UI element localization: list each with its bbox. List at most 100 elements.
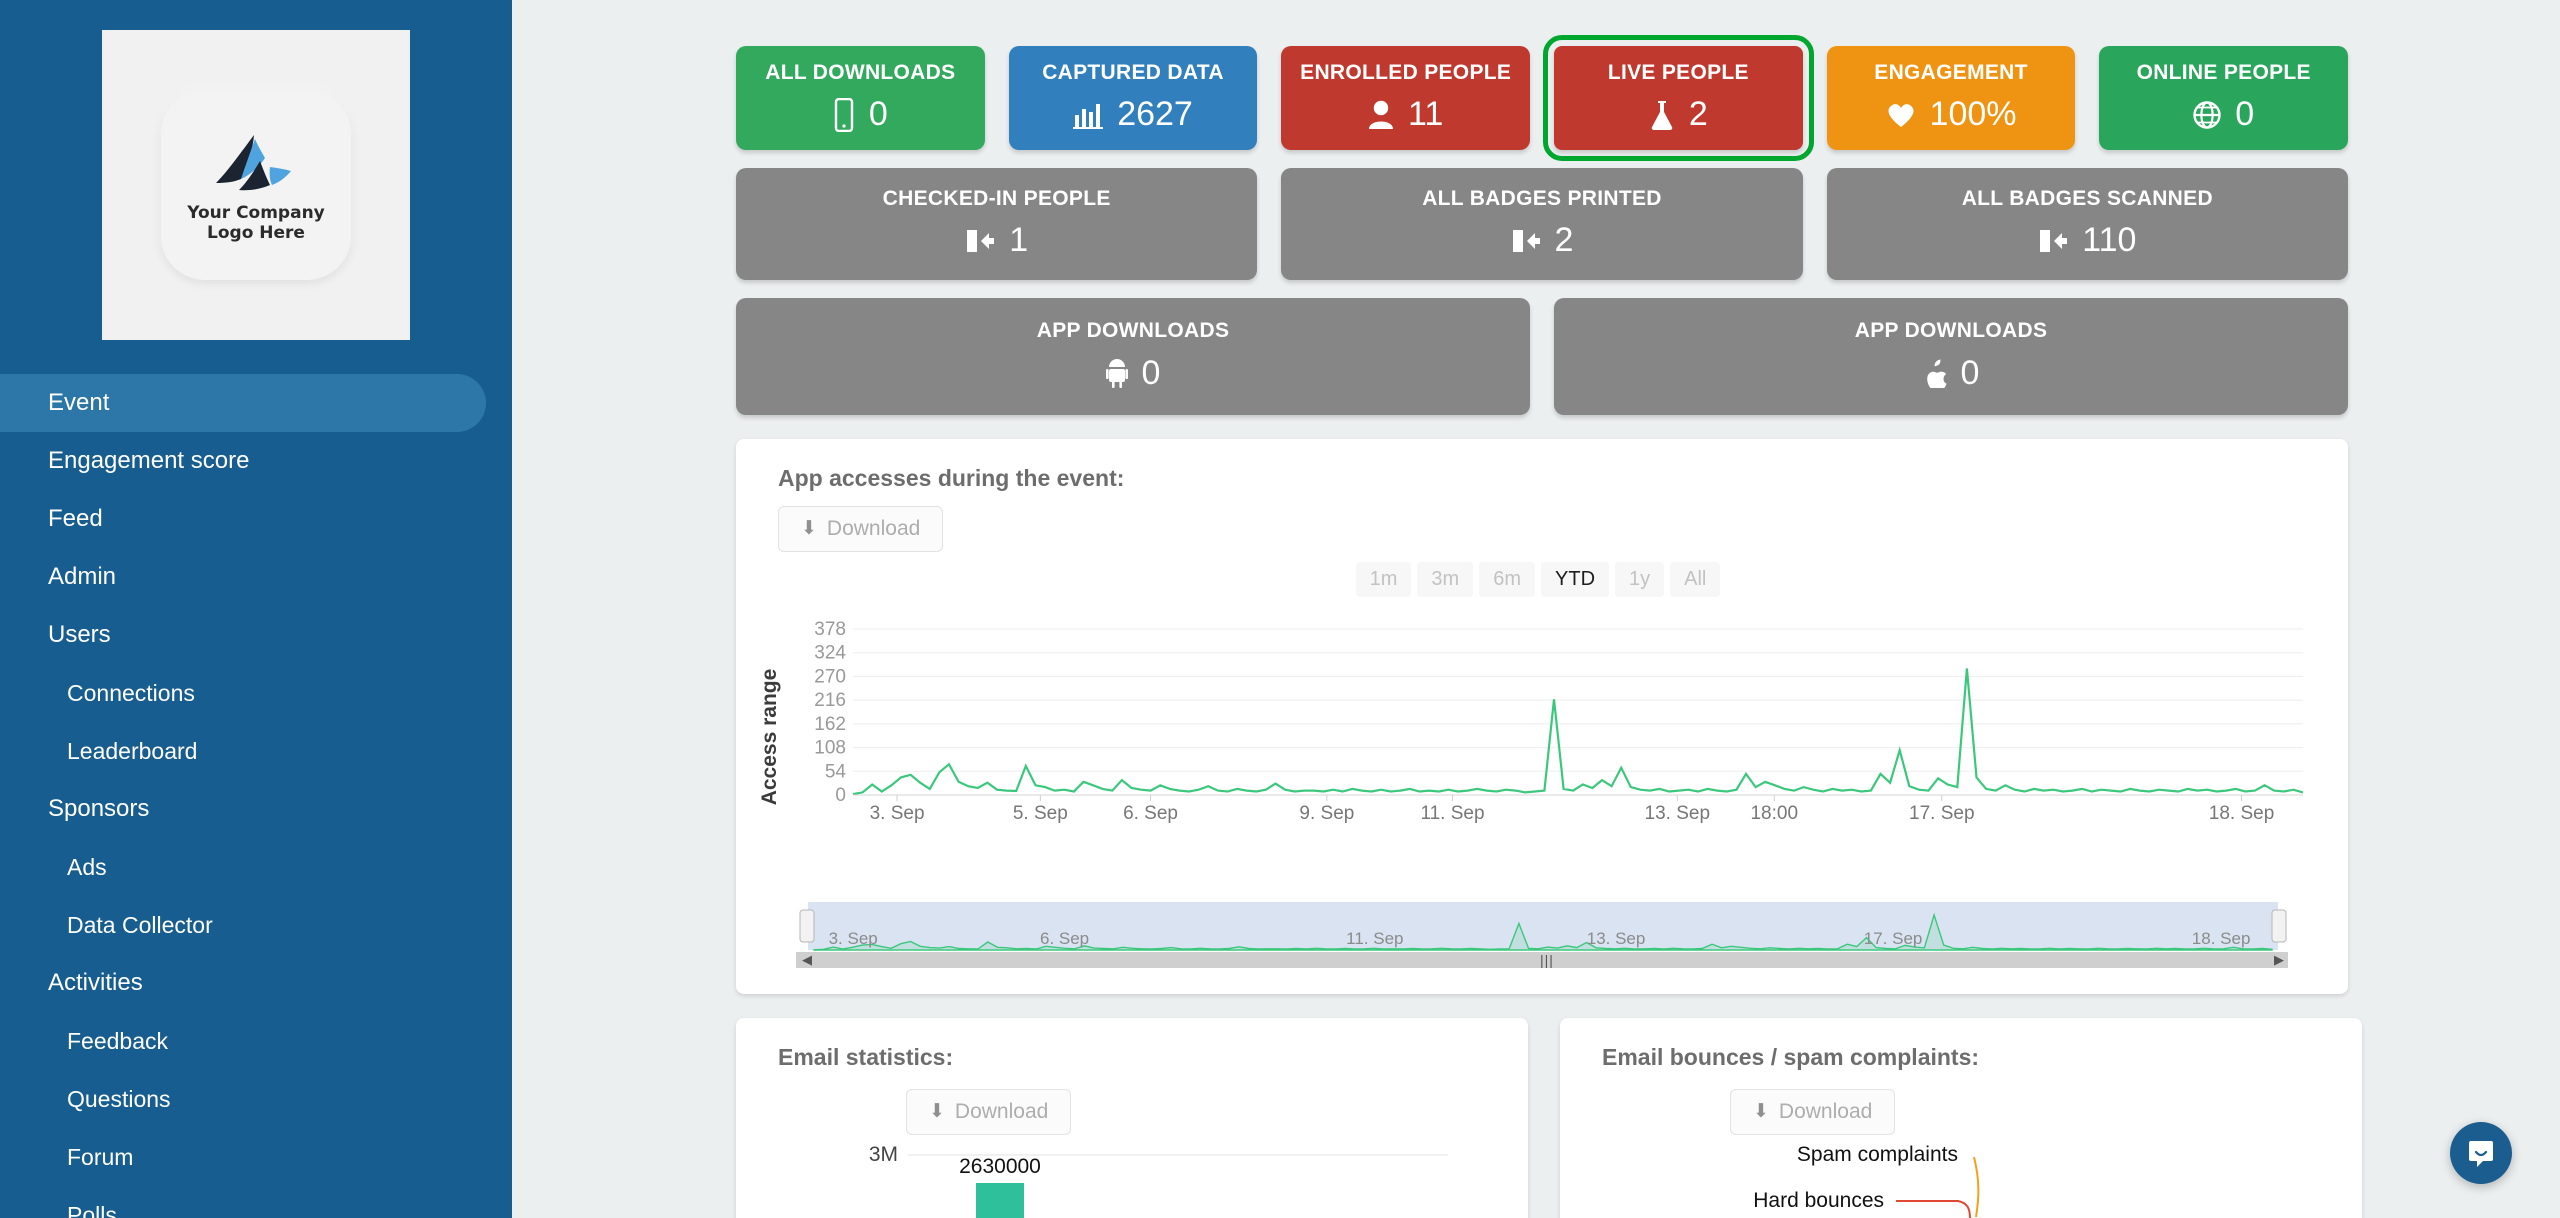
- app-root: Your Company Logo Here Event Engagement s…: [0, 0, 2560, 1218]
- app-accesses-chart: Access range 0 54 108 162 216 270 324 378 3. Se…: [758, 607, 2318, 968]
- globe-icon: [2193, 100, 2221, 129]
- stat-cards-primary: ALL DOWNLOADS 0 CAPTURED DATA 2627 ENROLLED …: [736, 34, 2349, 162]
- y-axis-title: Access range: [758, 668, 781, 805]
- stat-card-value: 0: [868, 95, 888, 134]
- stat-card-engagement[interactable]: ENGAGEMENT 100%: [1826, 46, 2076, 151]
- line-series-access-range: [852, 667, 2304, 795]
- y-tick-270: 270: [814, 666, 846, 687]
- app-accesses-linechart-svg: Access range 0 54 108 162216 270 324378 3. Se…: [758, 619, 2304, 824]
- apple-icon: [1923, 358, 1947, 389]
- sidebar-item-sponsors[interactable]: Sponsors: [0, 780, 512, 838]
- download-label: Download: [954, 1099, 1049, 1123]
- email-bounces-donut-svg: Spam complaints Hard bounces: [1753, 1143, 1980, 1218]
- stat-card-captured-data[interactable]: CAPTURED DATA 2627: [1008, 46, 1258, 151]
- chart-navigator[interactable]: 3. Sep 6. Sep 11. Sep 13. Sep 17. Sep 18. Sep…: [758, 898, 2318, 968]
- download-icon: ⬇: [929, 1101, 945, 1123]
- gridlines: [853, 628, 2303, 772]
- sidebar-item-connections[interactable]: Connections: [0, 664, 512, 722]
- sidebar-item-polls[interactable]: Polls: [0, 1186, 512, 1218]
- callout-line-spam: [1973, 1156, 1980, 1217]
- navigator-selection[interactable]: [808, 901, 2278, 950]
- x-tick-label: 3. Sep: [870, 803, 925, 824]
- sidebar-item-data-collector[interactable]: Data Collector: [0, 896, 512, 954]
- sidebar-item-engagement-score[interactable]: Engagement score: [0, 432, 512, 490]
- stat-card-enrolled-people[interactable]: ENROLLED PEOPLE 11: [1281, 46, 1531, 151]
- stat-card-value-row: 100%: [1835, 95, 2068, 134]
- range-button-3m[interactable]: 3m: [1417, 561, 1474, 597]
- range-button-ytd[interactable]: YTD: [1541, 561, 1610, 597]
- x-tick-label: 5. Sep: [1013, 803, 1068, 824]
- range-button-1y[interactable]: 1y: [1615, 561, 1665, 597]
- email-statistics-panel: Email statistics: ⬇ Download 3M 2M Total: [736, 1017, 1528, 1218]
- stat-card-value: 110: [2082, 221, 2137, 260]
- download-icon: ⬇: [801, 518, 817, 540]
- stat-cards-badges: CHECKED-IN PEOPLE 1 ALL BADGES PRINTED 2 ALL…: [736, 168, 2348, 281]
- sidebar-item-label: Sponsors: [48, 795, 150, 822]
- stat-card-app-downloads[interactable]: APP DOWNLOADS 0: [1554, 298, 2348, 415]
- download-label: Download: [826, 516, 921, 540]
- email-panels-row: Email statistics: ⬇ Download 3M 2M Total: [736, 1017, 2362, 1218]
- email-statistics-barchart-svg: 3M 2M Total 2630000: [869, 1143, 1448, 1218]
- sidebar-item-event[interactable]: Event: [0, 374, 486, 432]
- range-button-all[interactable]: All: [1670, 561, 1721, 597]
- logo-text-line1: Your Company: [187, 202, 325, 223]
- logo-text: Your Company Logo Here: [187, 203, 325, 243]
- navigator-handle-left[interactable]: [799, 909, 815, 943]
- stat-card-all-downloads[interactable]: ALL DOWNLOADS 0: [736, 46, 985, 151]
- sidebar-item-forum[interactable]: Forum: [0, 1128, 512, 1186]
- download-button-accesses[interactable]: ⬇ Download: [778, 505, 944, 552]
- sidebar-item-users[interactable]: Users: [0, 606, 512, 664]
- stat-card-value-row: 2: [1289, 221, 1794, 260]
- intercom-chat-launcher[interactable]: [2450, 1122, 2512, 1184]
- company-logo-box: Your Company Logo Here: [102, 30, 410, 340]
- download-button-bounces[interactable]: ⬇ Download: [1730, 1088, 1896, 1135]
- stat-card-checked-in-people[interactable]: CHECKED-IN PEOPLE 1: [736, 168, 1258, 281]
- sign-in-icon: [1511, 228, 1541, 254]
- sidebar-item-activities[interactable]: Activities: [0, 954, 512, 1012]
- bar-chart-icon: [1073, 101, 1104, 129]
- sidebar-item-ads[interactable]: Ads: [0, 838, 512, 896]
- stat-card-all-badges-printed[interactable]: ALL BADGES PRINTED 2: [1281, 168, 1803, 281]
- stat-card-value-row: 2627: [1017, 95, 1250, 134]
- sidebar: Your Company Logo Here Event Engagement s…: [0, 0, 512, 1218]
- stat-card-value: 0: [1960, 353, 1980, 392]
- stat-card-value-row: 0: [2107, 95, 2340, 134]
- bar-total[interactable]: [976, 1182, 1024, 1218]
- stat-card-value: 0: [2235, 95, 2255, 134]
- stat-card-value-row: 0: [744, 95, 977, 134]
- x-tick-label: 13. Sep: [1645, 803, 1711, 824]
- scroll-right-arrow-icon[interactable]: ▶: [2274, 952, 2284, 967]
- stat-card-label: ALL BADGES PRINTED: [1422, 187, 1662, 211]
- stat-card-live-people[interactable]: LIVE PEOPLE 2: [1543, 34, 1814, 162]
- stat-card-app-downloads[interactable]: APP DOWNLOADS 0: [736, 298, 1530, 415]
- range-button-1m[interactable]: 1m: [1355, 561, 1412, 597]
- stat-card-label: CHECKED-IN PEOPLE: [882, 187, 1111, 211]
- sidebar-item-label: Data Collector: [67, 911, 213, 938]
- stat-card-online-people[interactable]: ONLINE PEOPLE 0: [2099, 46, 2349, 151]
- stat-card-all-badges-scanned[interactable]: ALL BADGES SCANNED 110: [1826, 168, 2348, 281]
- chat-bubble-icon: [2469, 1141, 2493, 1167]
- sidebar-item-feed[interactable]: Feed: [0, 490, 512, 548]
- sidebar-item-label: Leaderboard: [67, 737, 198, 764]
- logo-tile: Your Company Logo Here: [161, 90, 351, 280]
- sidebar-item-admin[interactable]: Admin: [0, 548, 512, 606]
- download-icon: ⬇: [1753, 1101, 1769, 1123]
- x-tick-label: 18. Sep: [2209, 803, 2275, 824]
- sidebar-item-questions[interactable]: Questions: [0, 1070, 512, 1128]
- stat-card-label: ONLINE PEOPLE: [2136, 61, 2311, 84]
- download-button-email-stats[interactable]: ⬇ Download: [906, 1088, 1072, 1135]
- scroll-grip-icon[interactable]: |||: [1540, 952, 1554, 968]
- stat-card-label: APP DOWNLOADS: [1854, 319, 2048, 343]
- sidebar-item-leaderboard[interactable]: Leaderboard: [0, 722, 512, 780]
- navigator-handle-right[interactable]: [2271, 909, 2287, 943]
- y-axis: 0 54 108 162216 270 324378: [814, 619, 846, 806]
- company-logo-icon: [216, 134, 291, 191]
- callout-line-hard-bounces: [1896, 1199, 1971, 1218]
- stat-card-value-row: 110: [1835, 221, 2340, 260]
- scroll-left-arrow-icon[interactable]: ◀: [802, 952, 812, 967]
- navigator-tick-label: 18. Sep: [2192, 929, 2251, 948]
- range-button-6m[interactable]: 6m: [1479, 561, 1536, 597]
- navigator-tick-label: 17. Sep: [1864, 929, 1923, 948]
- sidebar-item-feedback[interactable]: Feedback: [0, 1012, 512, 1070]
- x-tick-label: 9. Sep: [1299, 803, 1354, 824]
